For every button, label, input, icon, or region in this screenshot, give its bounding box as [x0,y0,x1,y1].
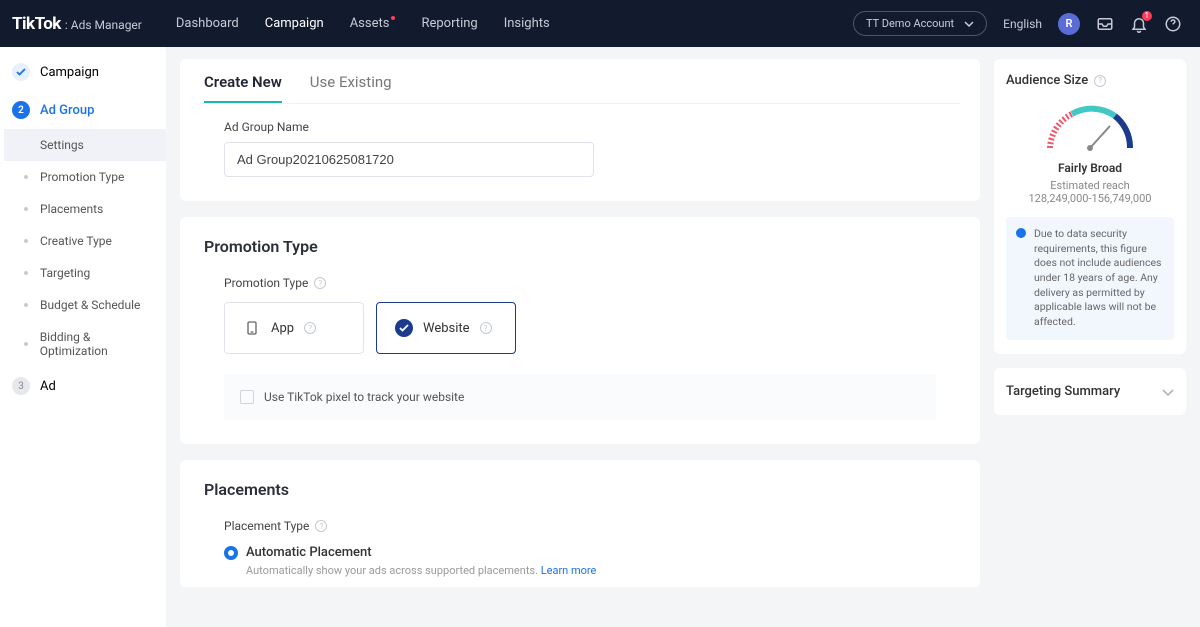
step-campaign[interactable]: Campaign [0,53,166,91]
nav-insights[interactable]: Insights [504,16,550,31]
audience-range: 128,249,000-156,749,000 [1006,192,1174,205]
bell-icon[interactable]: 1 [1130,15,1148,33]
subnav-creative-type[interactable]: Creative Type [4,225,166,257]
help-icon[interactable]: ? [315,520,327,532]
avatar[interactable]: R [1058,13,1080,35]
promotion-title: Promotion Type [204,237,956,256]
header-right: TT Demo Account English R 1 [853,11,1182,36]
radio-icon [224,546,238,560]
sidebar: Campaign 2 Ad Group Settings Promotion T… [0,47,166,627]
step-adgroup[interactable]: 2 Ad Group [0,91,166,129]
nav-assets[interactable]: Assets [350,16,396,31]
tabs: Create New Use Existing [200,73,960,104]
audience-sub: Estimated reach [1006,179,1174,192]
logo: TikTok : Ads Manager [12,14,142,34]
option-website[interactable]: Website ? [376,302,516,354]
step-label: Ad Group [40,103,94,118]
chevron-down-icon [964,17,974,30]
targeting-summary-card[interactable]: Targeting Summary [994,368,1186,415]
language-label[interactable]: English [1003,17,1042,31]
app-icon [243,319,261,337]
new-dot-icon [391,16,395,20]
option-app[interactable]: App ? [224,302,364,354]
adgroup-card: Create New Use Existing Ad Group Name [180,59,980,201]
help-icon[interactable]: ? [480,322,492,334]
step-label: Campaign [40,65,99,80]
audience-size-card: Audience Size ? Fairly Broad Estimated r… [994,59,1186,354]
check-circle-icon [395,319,413,337]
logo-text: TikTok [12,14,61,34]
step-ad[interactable]: 3 Ad [0,367,166,405]
tab-create-new[interactable]: Create New [204,73,282,103]
promotion-card: Promotion Type Promotion Type ? App ? [180,217,980,444]
adgroup-subnav: Settings Promotion Type Placements Creat… [0,129,166,367]
chevron-down-icon [1162,382,1174,401]
help-icon[interactable]: ? [304,322,316,334]
adgroup-name-label: Ad Group Name [224,120,956,134]
audience-title: Audience Size ? [1006,73,1174,88]
inbox-icon[interactable] [1096,15,1114,33]
help-icon[interactable]: ? [314,277,326,289]
subnav-bidding-optimization[interactable]: Bidding & Optimization [4,321,166,367]
top-nav: Dashboard Campaign Assets Reporting Insi… [176,16,550,31]
promotion-type-label: Promotion Type ? [224,276,956,290]
gauge-icon [1006,98,1174,153]
nav-dashboard[interactable]: Dashboard [176,16,239,31]
account-name: TT Demo Account [866,17,954,30]
tab-use-existing[interactable]: Use Existing [310,73,392,103]
subnav-targeting[interactable]: Targeting [4,257,166,289]
audience-status: Fairly Broad [1006,161,1174,175]
audience-notice: Due to data security requirements, this … [1006,217,1174,340]
adgroup-name-input[interactable] [224,142,594,177]
subnav-placements[interactable]: Placements [4,193,166,225]
placements-title: Placements [204,480,956,499]
notification-badge: 1 [1142,11,1153,21]
logo-subtext: : Ads Manager [65,18,142,32]
subnav-settings[interactable]: Settings [4,129,166,161]
nav-reporting[interactable]: Reporting [421,16,477,31]
subnav-promotion-type[interactable]: Promotion Type [4,161,166,193]
help-icon[interactable] [1164,15,1182,33]
placement-type-label: Placement Type ? [224,519,956,533]
radio-auto-label: Automatic Placement [246,545,372,560]
check-icon [12,63,30,81]
top-header: TikTok : Ads Manager Dashboard Campaign … [0,0,1200,47]
step-label: Ad [40,379,56,394]
placements-card: Placements Placement Type ? Automatic Pl… [180,460,980,587]
help-icon[interactable]: ? [1094,75,1106,87]
pixel-checkbox-row[interactable]: Use TikTok pixel to track your website [224,374,936,420]
auto-placement-desc: Automatically show your ads across suppo… [246,564,956,577]
subnav-budget-schedule[interactable]: Budget & Schedule [4,289,166,321]
step-number-icon: 3 [12,377,30,395]
account-selector[interactable]: TT Demo Account [853,11,987,36]
learn-more-link[interactable]: Learn more [541,564,597,577]
checkbox-icon [240,390,254,404]
option-website-label: Website [423,321,470,336]
option-app-label: App [271,321,294,336]
nav-campaign[interactable]: Campaign [265,16,324,31]
targeting-summary-label: Targeting Summary [1006,384,1120,399]
step-number-icon: 2 [12,101,30,119]
radio-automatic-placement[interactable]: Automatic Placement [224,545,956,560]
pixel-checkbox-label: Use TikTok pixel to track your website [264,390,464,404]
